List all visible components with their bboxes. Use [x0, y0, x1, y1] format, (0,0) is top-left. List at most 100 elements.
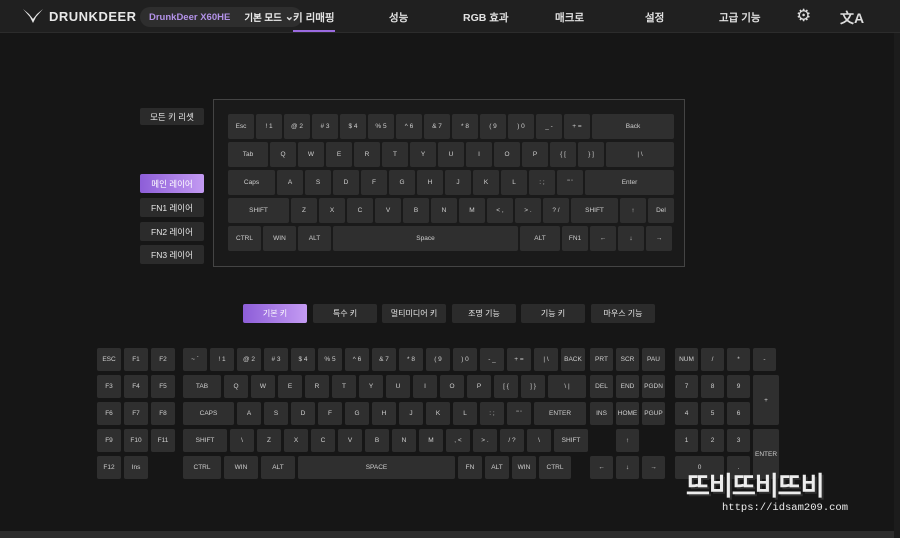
- preview-key-symbol[interactable]: →: [646, 226, 672, 251]
- palette-key-symbol[interactable]: \: [527, 429, 551, 452]
- preview-key-p[interactable]: P: [522, 142, 548, 167]
- palette-key-f9[interactable]: F9: [97, 429, 121, 452]
- preview-key-1[interactable]: ! 1: [256, 114, 282, 139]
- preview-key-symbol[interactable]: } ]: [578, 142, 604, 167]
- palette-key-symbol[interactable]: +: [753, 375, 779, 425]
- palette-key-space[interactable]: SPACE: [298, 456, 455, 479]
- palette-key-8[interactable]: * 8: [399, 348, 423, 371]
- palette-key-shift[interactable]: SHIFT: [183, 429, 227, 452]
- palette-key-symbol[interactable]: | \: [534, 348, 558, 371]
- palette-key-alt[interactable]: ALT: [485, 456, 509, 479]
- brand-logo[interactable]: DRUNKDEER: [22, 8, 137, 24]
- scrollbar[interactable]: [894, 33, 900, 538]
- palette-key-8[interactable]: 8: [701, 375, 724, 398]
- preview-key-alt[interactable]: ALT: [520, 226, 560, 251]
- palette-key-prt[interactable]: PRT: [590, 348, 613, 371]
- palette-key-f10[interactable]: F10: [124, 429, 148, 452]
- nav-macro[interactable]: 매크로: [555, 10, 584, 25]
- palette-key-s[interactable]: S: [264, 402, 288, 425]
- preview-key-alt[interactable]: ALT: [298, 226, 331, 251]
- preview-key-symbol[interactable]: ↑: [620, 198, 646, 223]
- palette-key-end[interactable]: END: [616, 375, 639, 398]
- preview-key-l[interactable]: L: [501, 170, 527, 195]
- preview-key-symbol[interactable]: " ': [557, 170, 583, 195]
- preview-key-w[interactable]: W: [298, 142, 324, 167]
- palette-key-win[interactable]: WIN: [512, 456, 536, 479]
- preview-key-9[interactable]: ( 9: [480, 114, 506, 139]
- tab-mouse[interactable]: 마우스 기능: [591, 304, 655, 323]
- palette-key-symbol[interactable]: ] }: [521, 375, 545, 398]
- preview-key-symbol[interactable]: ←: [590, 226, 616, 251]
- preview-key-c[interactable]: C: [347, 198, 373, 223]
- palette-key-tab[interactable]: TAB: [183, 375, 221, 398]
- palette-key-win[interactable]: WIN: [224, 456, 258, 479]
- palette-key-pau[interactable]: PAU: [642, 348, 665, 371]
- preview-key-q[interactable]: Q: [270, 142, 296, 167]
- preview-key-j[interactable]: J: [445, 170, 471, 195]
- palette-key-6[interactable]: 6: [727, 402, 750, 425]
- tab-special[interactable]: 특수 키: [313, 304, 377, 323]
- preview-key-symbol[interactable]: { [: [550, 142, 576, 167]
- palette-key-7[interactable]: 7: [675, 375, 698, 398]
- preview-key-symbol[interactable]: + =: [564, 114, 590, 139]
- palette-key-fn[interactable]: FN: [458, 456, 482, 479]
- palette-key-y[interactable]: Y: [359, 375, 383, 398]
- palette-key-9[interactable]: 9: [727, 375, 750, 398]
- palette-key-p[interactable]: P: [467, 375, 491, 398]
- palette-key-7[interactable]: & 7: [372, 348, 396, 371]
- preview-key-tab[interactable]: Tab: [228, 142, 268, 167]
- layer-main-button[interactable]: 메인 레이어: [140, 174, 204, 193]
- palette-key-alt[interactable]: ALT: [261, 456, 295, 479]
- palette-key-4[interactable]: 4: [675, 402, 698, 425]
- nav-key-remap[interactable]: 키 리매핑: [293, 10, 335, 32]
- palette-key-symbol[interactable]: > .: [473, 429, 497, 452]
- palette-key-c[interactable]: C: [311, 429, 335, 452]
- nav-rgb-effects[interactable]: RGB 효과: [463, 10, 509, 25]
- preview-key-space[interactable]: Space: [333, 226, 518, 251]
- preview-key-symbol[interactable]: < ,: [487, 198, 513, 223]
- palette-key-symbol[interactable]: ↓: [616, 456, 639, 479]
- preview-key-symbol[interactable]: ↓: [618, 226, 644, 251]
- palette-key-f2[interactable]: F2: [151, 348, 175, 371]
- preview-key-o[interactable]: O: [494, 142, 520, 167]
- palette-key-g[interactable]: G: [345, 402, 369, 425]
- palette-key-f8[interactable]: F8: [151, 402, 175, 425]
- horizontal-scrollbar[interactable]: [0, 531, 894, 538]
- palette-key-u[interactable]: U: [386, 375, 410, 398]
- preview-key-k[interactable]: K: [473, 170, 499, 195]
- palette-key-symbol[interactable]: ←: [590, 456, 613, 479]
- preview-key-enter[interactable]: Enter: [585, 170, 674, 195]
- palette-key-symbol[interactable]: [ {: [494, 375, 518, 398]
- palette-key-pgup[interactable]: PGUP: [642, 402, 665, 425]
- palette-key-home[interactable]: HOME: [616, 402, 639, 425]
- palette-key-1[interactable]: ! 1: [210, 348, 234, 371]
- palette-key-symbol[interactable]: + =: [507, 348, 531, 371]
- palette-key-f7[interactable]: F7: [124, 402, 148, 425]
- palette-key-ins[interactable]: INS: [590, 402, 613, 425]
- preview-key-z[interactable]: Z: [291, 198, 317, 223]
- preview-key-caps[interactable]: Caps: [228, 170, 275, 195]
- preview-key-4[interactable]: $ 4: [340, 114, 366, 139]
- preview-key-ctrl[interactable]: CTRL: [228, 226, 261, 251]
- palette-key-ctrl[interactable]: CTRL: [539, 456, 571, 479]
- preview-key-shift[interactable]: SHIFT: [228, 198, 289, 223]
- palette-key-f12[interactable]: F12: [97, 456, 121, 479]
- layer-fn2-button[interactable]: FN2 레이어: [140, 222, 204, 241]
- preview-key-8[interactable]: * 8: [452, 114, 478, 139]
- palette-key-z[interactable]: Z: [257, 429, 281, 452]
- palette-key-b[interactable]: B: [365, 429, 389, 452]
- palette-key-enter[interactable]: ENTER: [534, 402, 586, 425]
- preview-key-shift[interactable]: SHIFT: [571, 198, 618, 223]
- palette-key-symbol[interactable]: : ;: [480, 402, 504, 425]
- palette-key-w[interactable]: W: [251, 375, 275, 398]
- translate-icon[interactable]: 文A: [840, 8, 864, 28]
- preview-key-symbol[interactable]: > .: [515, 198, 541, 223]
- palette-key-f1[interactable]: F1: [124, 348, 148, 371]
- preview-key-del[interactable]: Del: [648, 198, 674, 223]
- palette-key-symbol[interactable]: \ |: [548, 375, 586, 398]
- palette-key-q[interactable]: Q: [224, 375, 248, 398]
- palette-key-scr[interactable]: SCR: [616, 348, 639, 371]
- palette-key-symbol[interactable]: , <: [446, 429, 470, 452]
- preview-key-symbol[interactable]: : ;: [529, 170, 555, 195]
- preview-key-7[interactable]: & 7: [424, 114, 450, 139]
